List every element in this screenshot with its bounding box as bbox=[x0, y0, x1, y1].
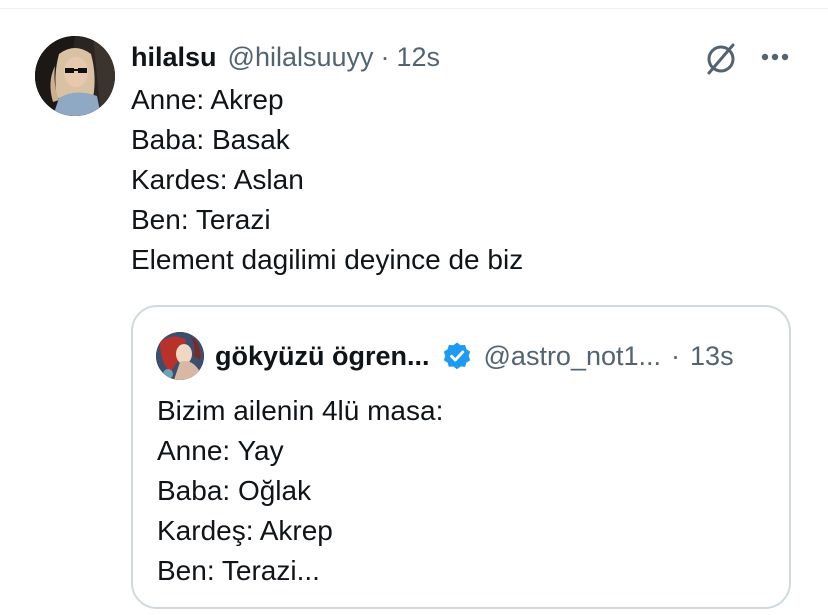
quote-author-handle[interactable]: @astro_not1... bbox=[484, 341, 662, 372]
quote-author-name[interactable]: gökyüzü ögren... bbox=[215, 341, 430, 372]
quote-text-line: Anne: Yay bbox=[157, 435, 284, 466]
author-name[interactable]: hilalsu bbox=[131, 42, 217, 73]
quote-text-line: Bizim ailenin 4lü masa: bbox=[157, 395, 444, 426]
tweet-text-line: Element dagilimi deyince de biz bbox=[131, 244, 524, 275]
tweet-text-line: Anne: Akrep bbox=[131, 84, 284, 115]
separator-dot: · bbox=[671, 340, 681, 371]
quote-author-avatar[interactable] bbox=[156, 332, 204, 380]
tweet-text: Anne: Akrep Baba: Basak Kardes: Aslan Be… bbox=[131, 80, 791, 280]
grok-icon[interactable] bbox=[702, 40, 740, 78]
tweet-text-line: Kardes: Aslan bbox=[131, 164, 304, 195]
quote-timestamp[interactable]: 13s bbox=[690, 341, 734, 372]
separator-dot: · bbox=[380, 41, 390, 72]
author-avatar[interactable] bbox=[35, 36, 115, 116]
timestamp[interactable]: 12s bbox=[397, 42, 441, 73]
tweet-text-line: Ben: Terazi bbox=[131, 204, 271, 235]
quote-text-line: Baba: Oğlak bbox=[157, 475, 312, 506]
quote-header: gökyüzü ögren... @astro_not1... · 13s bbox=[215, 338, 734, 374]
tweet-header: hilalsu @hilalsuuyy · 12s bbox=[131, 40, 440, 74]
verified-badge-icon bbox=[443, 342, 470, 370]
quoted-tweet-card[interactable]: gökyüzü ögren... @astro_not1... · 13s Bi… bbox=[131, 305, 791, 609]
quote-text-line: Kardeş: Akrep bbox=[157, 515, 333, 546]
more-icon[interactable] bbox=[756, 42, 796, 72]
quote-text-line: Ben: Terazi... bbox=[157, 555, 320, 586]
tweet-text-line: Baba: Basak bbox=[131, 124, 290, 155]
quote-text: Bizim ailenin 4lü masa: Anne: Yay Baba: … bbox=[157, 391, 767, 591]
tweet[interactable]: hilalsu @hilalsuuyy · 12s Anne: Akrep Ba… bbox=[0, 0, 828, 615]
author-handle[interactable]: @hilalsuuyy bbox=[228, 42, 374, 73]
